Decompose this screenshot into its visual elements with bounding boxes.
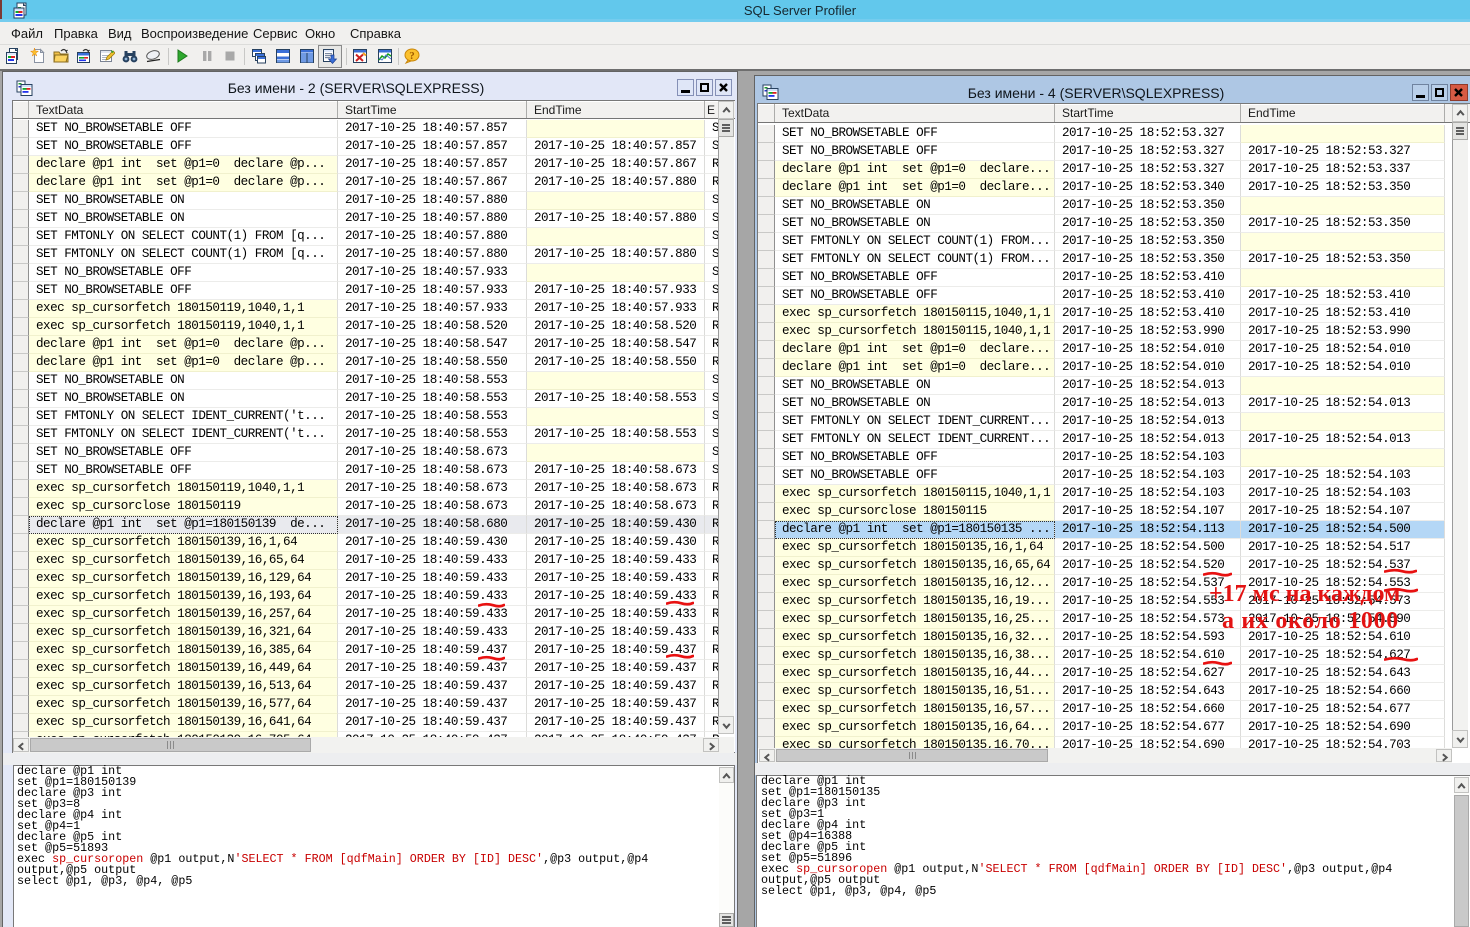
svg-text:?: ? xyxy=(409,50,415,62)
